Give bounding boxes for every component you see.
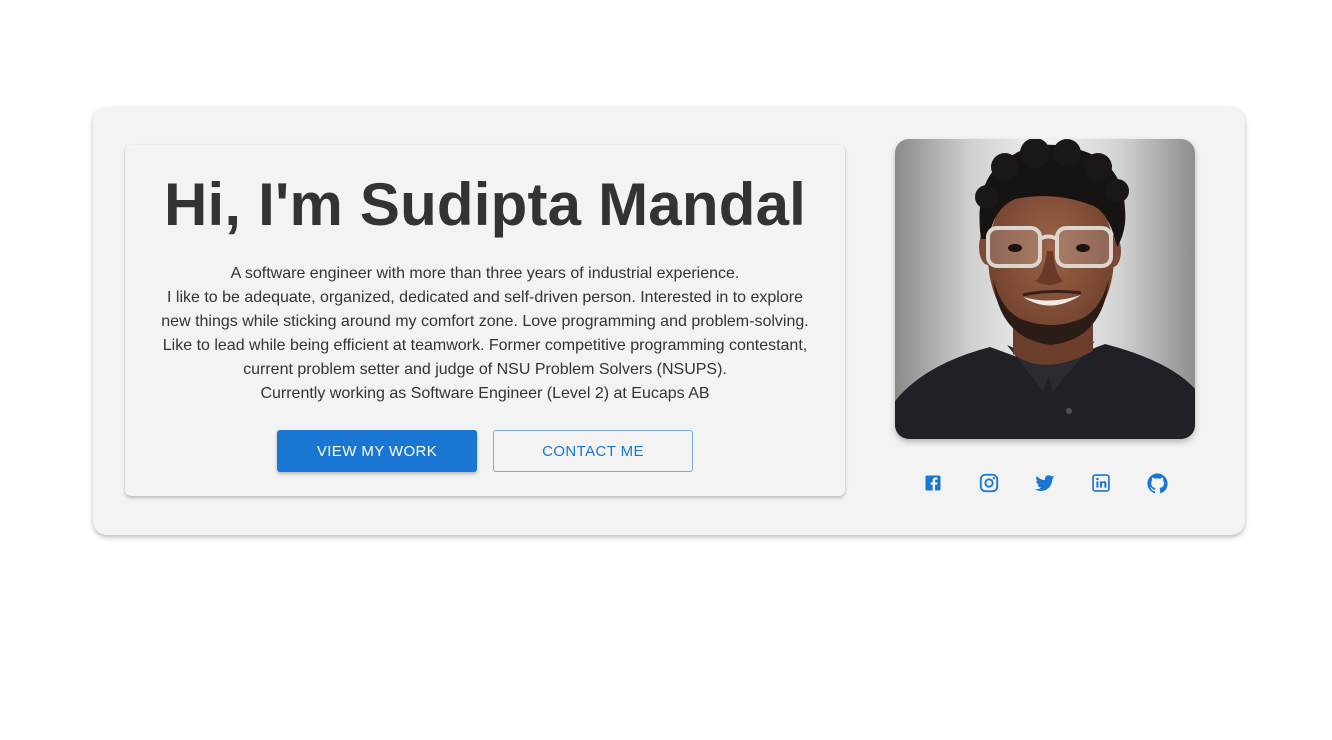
linkedin-icon[interactable]	[1088, 470, 1114, 496]
bio-line: I like to be adequate, organized, dedica…	[167, 289, 803, 306]
bio-line: current problem setter and judge of NSU …	[243, 361, 727, 378]
bio-paragraph: A software engineer with more than three…	[145, 262, 825, 406]
twitter-icon[interactable]	[1032, 470, 1058, 496]
intro-card: Hi, I'm Sudipta Mandal A software engine…	[125, 145, 845, 496]
facebook-icon[interactable]	[920, 470, 946, 496]
instagram-icon[interactable]	[976, 470, 1002, 496]
contact-me-button[interactable]: CONTACT ME	[493, 430, 693, 472]
social-links	[895, 470, 1195, 496]
view-my-work-button[interactable]: VIEW MY WORK	[277, 430, 477, 472]
action-buttons: VIEW MY WORK CONTACT ME	[125, 430, 845, 472]
bio-line: Like to lead while being efficient at te…	[162, 337, 808, 354]
profile-photo	[895, 139, 1195, 439]
page-title: Hi, I'm Sudipta Mandal	[163, 171, 807, 238]
bio-line: Currently working as Software Engineer (…	[260, 385, 710, 402]
github-icon[interactable]	[1144, 470, 1170, 496]
bio-line: new things while sticking around my comf…	[161, 313, 809, 330]
bio-line: A software engineer with more than three…	[230, 265, 740, 282]
